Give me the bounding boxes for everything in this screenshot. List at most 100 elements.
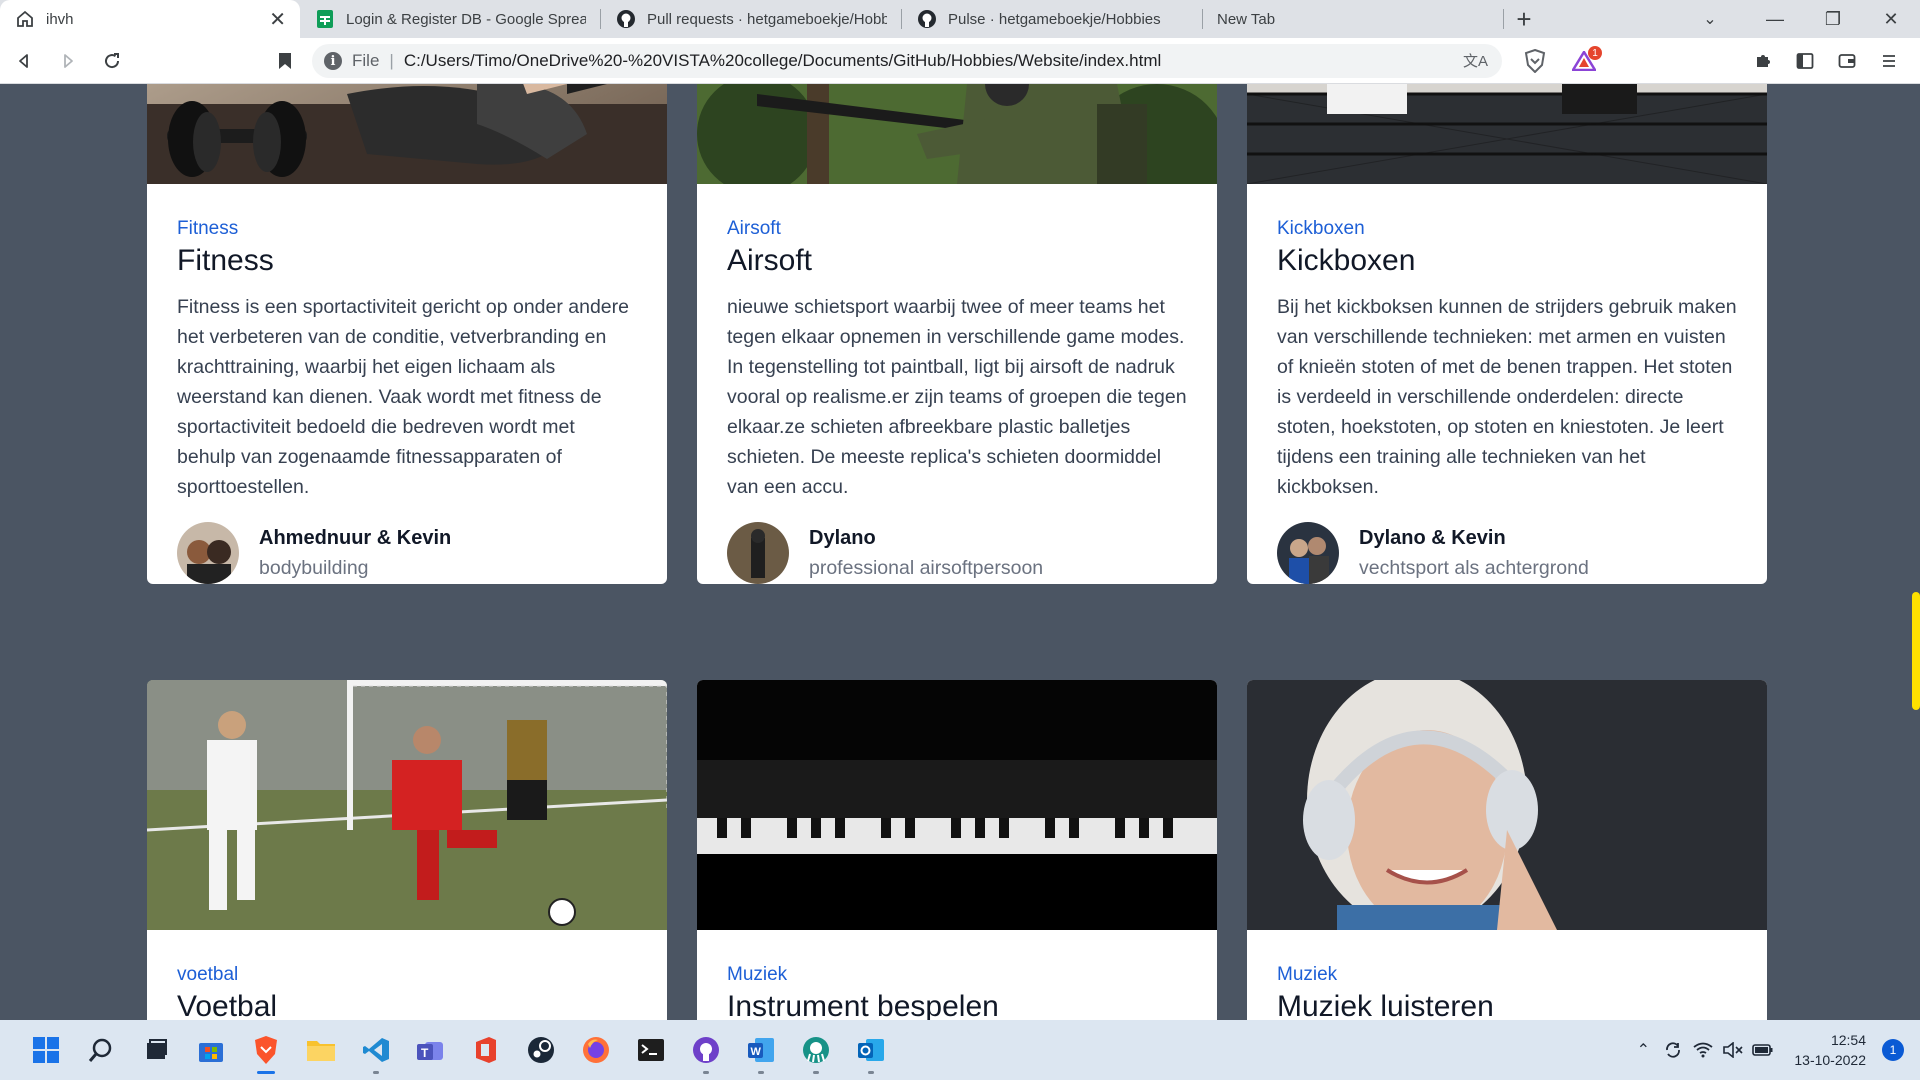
- terminal-icon[interactable]: [623, 1024, 678, 1076]
- vscode-icon[interactable]: [348, 1024, 403, 1076]
- windows-taskbar: T W ⌃ 12:54 13-10-2022 1: [0, 1020, 1920, 1080]
- author-name: Dylano & Kevin: [1359, 527, 1506, 549]
- clock[interactable]: 12:54 13-10-2022: [1794, 1030, 1866, 1070]
- url-scheme: File: [352, 51, 380, 70]
- steam-icon[interactable]: [513, 1024, 568, 1076]
- forward-icon: [64, 53, 73, 68]
- card-category[interactable]: Muziek: [1277, 964, 1737, 986]
- author-name: Ahmednuur & Kevin: [259, 527, 452, 549]
- restore-icon[interactable]: ❐: [1804, 0, 1862, 38]
- card-category[interactable]: Muziek: [727, 964, 1187, 986]
- clock-date: 13-10-2022: [1794, 1052, 1866, 1068]
- card-title: Kickboxen: [1277, 244, 1416, 277]
- bookmark-icon[interactable]: [270, 41, 300, 81]
- taskbar-apps: T W: [18, 1020, 898, 1080]
- file-explorer-icon[interactable]: [293, 1024, 348, 1076]
- minimize-icon[interactable]: —: [1746, 0, 1804, 38]
- office-icon[interactable]: [458, 1024, 513, 1076]
- menu-icon[interactable]: [1868, 41, 1910, 81]
- sync-icon[interactable]: [1658, 1041, 1688, 1059]
- hobby-card-fitness[interactable]: Fitness Fitness Fitness is een sportacti…: [147, 84, 667, 584]
- translate-icon[interactable]: 文A: [1463, 50, 1488, 71]
- card-category[interactable]: Fitness: [177, 218, 637, 240]
- card-author: Dylano professional airsoftpersoon: [727, 522, 1187, 584]
- running-indicator: [702, 1071, 709, 1074]
- kickboxen-image: UFC: [1247, 84, 1767, 184]
- svg-text:T: T: [421, 1046, 429, 1060]
- home-icon: [14, 8, 36, 30]
- running-indicator: [867, 1071, 874, 1074]
- card-title: Airsoft: [727, 244, 813, 277]
- airsoft-image: [697, 84, 1217, 184]
- microsoft-store-icon[interactable]: [183, 1024, 238, 1076]
- right-toolbar: [1742, 38, 1910, 84]
- site-info-icon[interactable]: i: [324, 52, 342, 70]
- hobby-card-kickboxen[interactable]: UFC Kickboxen Kickboxen Bij het kickboks…: [1247, 84, 1767, 584]
- google-sheets-icon: [314, 8, 336, 30]
- tab-ihvh[interactable]: ihvh ✕: [0, 0, 300, 38]
- hobby-card-instrument[interactable]: Muziek Instrument bespelen: [697, 680, 1217, 1020]
- hobby-card-airsoft[interactable]: Airsoft Airsoft nieuwe schietsport waarb…: [697, 84, 1217, 584]
- tab-new-tab[interactable]: New Tab: [1203, 0, 1503, 38]
- running-indicator: [812, 1071, 819, 1074]
- card-title: Fitness: [177, 244, 274, 277]
- wifi-icon[interactable]: [1688, 1042, 1718, 1058]
- tab-pull-requests[interactable]: Pull requests · hetgameboekje/Hobbie: [601, 0, 901, 38]
- tab-title: Login & Register DB - Google Spreads: [346, 10, 586, 28]
- card-title: Muziek luisteren: [1277, 990, 1494, 1020]
- card-title: Voetbal: [177, 990, 278, 1020]
- brave-icon[interactable]: [238, 1024, 293, 1076]
- card-category[interactable]: Airsoft: [727, 218, 1187, 240]
- outlook-icon[interactable]: [843, 1024, 898, 1076]
- card-category[interactable]: voetbal: [177, 964, 637, 986]
- task-view-icon[interactable]: [128, 1024, 183, 1076]
- url-divider: |: [389, 51, 394, 70]
- author-name: Dylano: [809, 527, 876, 549]
- firefox-icon[interactable]: [568, 1024, 623, 1076]
- hobby-card-voetbal[interactable]: voetbal Voetbal: [147, 680, 667, 1020]
- new-tab-button[interactable]: +: [1504, 0, 1544, 38]
- avatar: [1277, 522, 1339, 584]
- close-window-icon[interactable]: ✕: [1862, 0, 1920, 38]
- tab-pulse[interactable]: Pulse · hetgameboekje/Hobbies: [902, 0, 1202, 38]
- brave-shields-icon[interactable]: [1520, 46, 1550, 76]
- teams-icon[interactable]: T: [403, 1024, 458, 1076]
- reload-icon: [105, 52, 120, 68]
- hobby-card-muziek-luisteren[interactable]: Muziek Muziek luisteren: [1247, 680, 1767, 1020]
- author-role: bodybuilding: [259, 557, 369, 579]
- active-indicator: [256, 1071, 275, 1074]
- brave-rewards-icon[interactable]: 1: [1564, 46, 1604, 76]
- svg-text:W: W: [750, 1046, 761, 1058]
- card-title: Instrument bespelen: [727, 990, 999, 1020]
- sidebar-icon[interactable]: [1784, 41, 1826, 81]
- card-description: nieuwe schietsport waarbij twee of meer …: [727, 296, 1187, 498]
- tab-title: Pulse · hetgameboekje/Hobbies: [948, 10, 1161, 28]
- github-icon: [916, 8, 938, 30]
- search-icon[interactable]: [73, 1024, 128, 1076]
- voetbal-image: [147, 680, 667, 930]
- github-icon: [615, 8, 637, 30]
- tab-search-chevron-icon[interactable]: ⌄: [1686, 0, 1734, 38]
- back-button[interactable]: [4, 41, 44, 81]
- tab-title: Pull requests · hetgameboekje/Hobbie: [647, 10, 887, 28]
- chevron-up-icon[interactable]: ⌃: [1628, 1040, 1658, 1060]
- start-icon[interactable]: [18, 1024, 73, 1076]
- window-controls: — ❐ ✕: [1746, 0, 1920, 38]
- battery-icon[interactable]: [1748, 1043, 1778, 1057]
- tab-google-sheets[interactable]: Login & Register DB - Google Spreads: [300, 0, 600, 38]
- volume-muted-icon[interactable]: [1718, 1042, 1748, 1058]
- notification-badge[interactable]: 1: [1882, 1039, 1904, 1061]
- wallet-icon[interactable]: [1826, 41, 1868, 81]
- card-category[interactable]: Kickboxen: [1277, 218, 1737, 240]
- forward-button[interactable]: [48, 41, 88, 81]
- page-viewport: Fitness Fitness Fitness is een sportacti…: [0, 84, 1920, 1020]
- close-tab-icon[interactable]: ✕: [269, 7, 286, 32]
- scrollbar-thumb[interactable]: [1912, 592, 1920, 710]
- address-bar[interactable]: i File | C:/Users/Timo/OneDrive%20-%20VI…: [312, 44, 1502, 78]
- gitkraken-icon[interactable]: [788, 1024, 843, 1076]
- github-desktop-icon[interactable]: [678, 1024, 733, 1076]
- reload-button[interactable]: [92, 41, 132, 81]
- extensions-puzzle-icon[interactable]: [1742, 41, 1784, 81]
- word-icon[interactable]: W: [733, 1024, 788, 1076]
- piano-image: [697, 680, 1217, 930]
